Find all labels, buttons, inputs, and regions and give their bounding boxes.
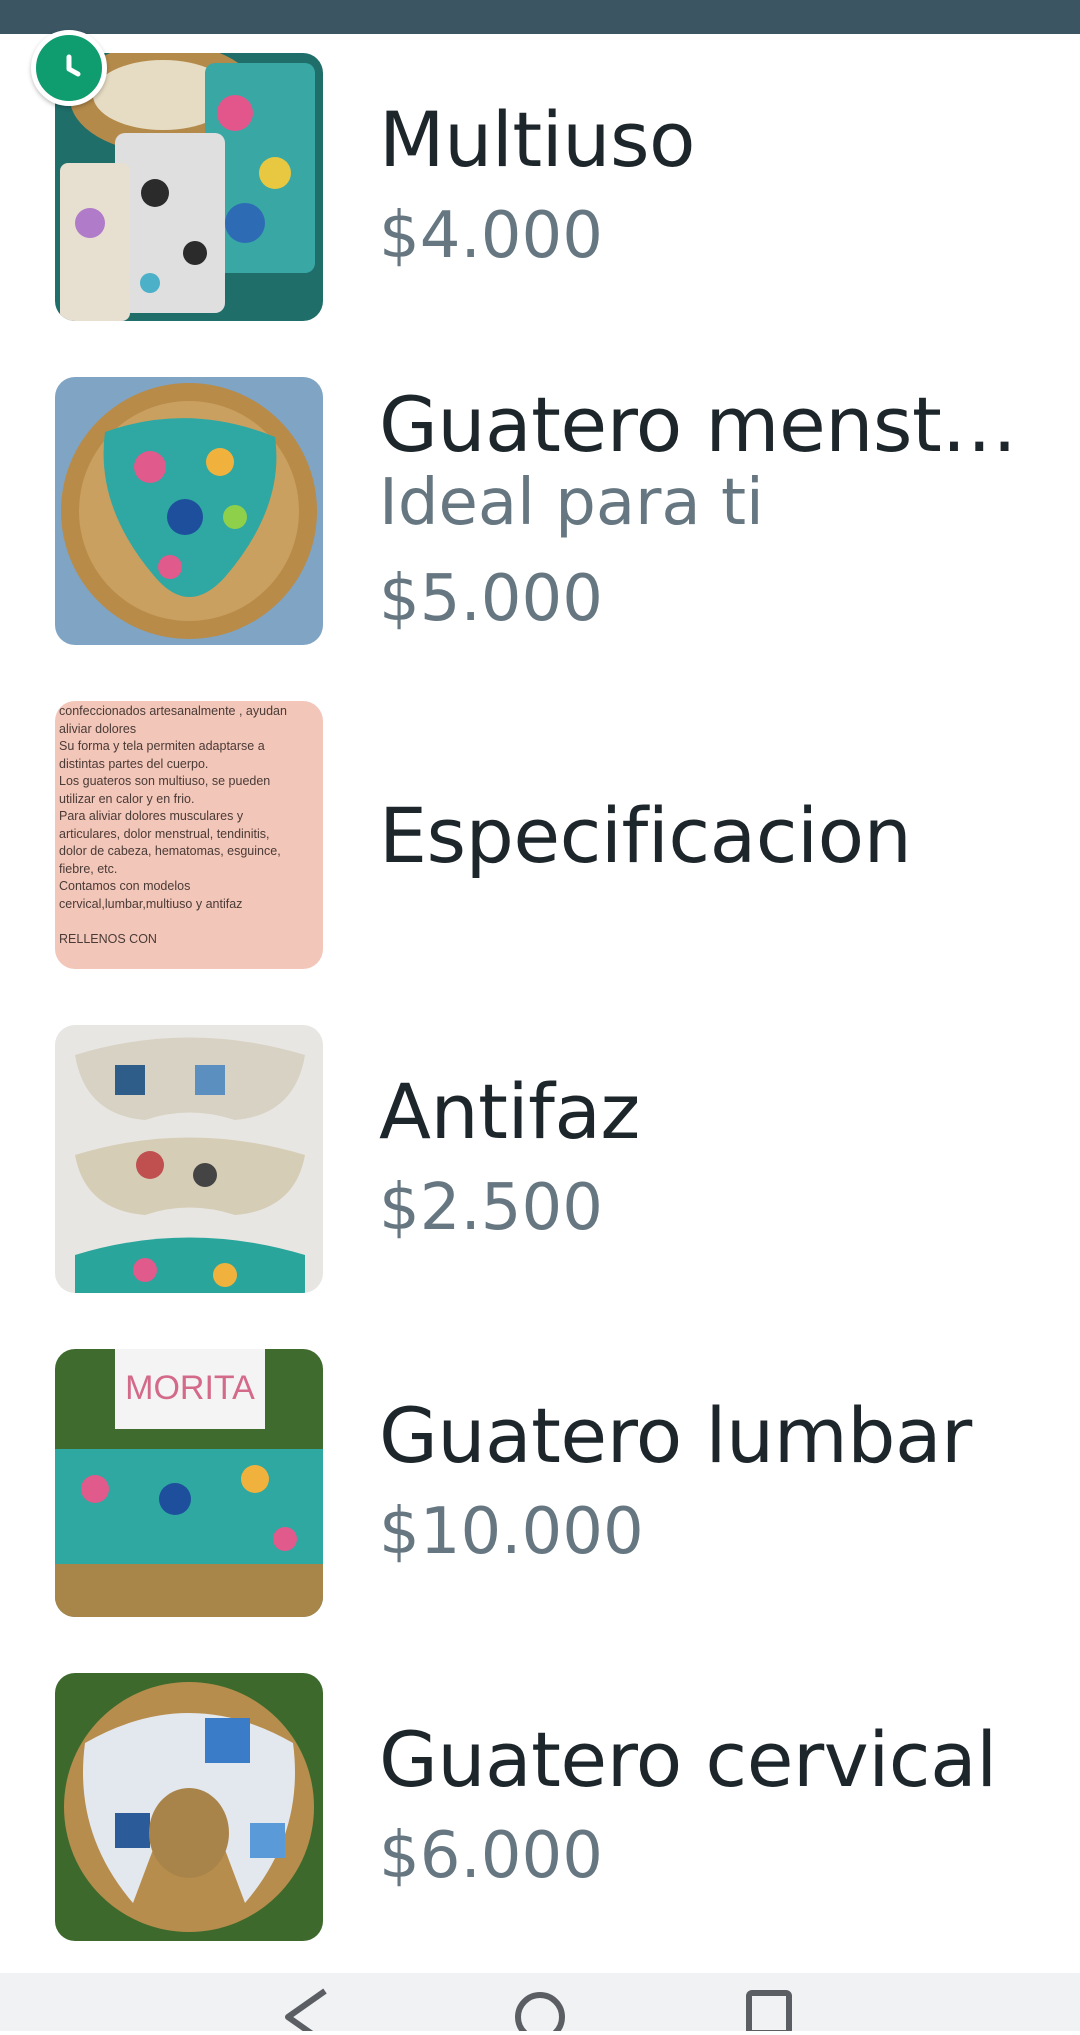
item-info: Multiuso $4.000: [379, 53, 1030, 323]
clock-icon[interactable]: [31, 30, 107, 106]
product-thumbnail[interactable]: [55, 377, 323, 645]
spec-image-text: confeccionados artesanalmente , ayudan a…: [59, 704, 287, 946]
item-info: Guatero lumbar $10.000: [379, 1349, 1030, 1619]
item-title: Guatero menstrual: [379, 380, 1030, 455]
item-info: Antifaz $2.500: [379, 1025, 1030, 1295]
item-info: Guatero cervical $6.000: [379, 1673, 1030, 1943]
product-thumbnail[interactable]: [55, 1673, 323, 1941]
item-price: $5.000: [379, 562, 603, 636]
product-thumbnail[interactable]: MORITA: [55, 1349, 323, 1617]
navigation-bar: [0, 1973, 1080, 2035]
product-thumbnail[interactable]: [55, 1025, 323, 1293]
product-thumbnail[interactable]: confeccionados artesanalmente , ayudan a…: [55, 701, 323, 969]
item-title: Antifaz: [379, 1067, 640, 1156]
recents-square-icon[interactable]: [744, 1987, 798, 2035]
item-price: $2.500: [379, 1171, 603, 1245]
catalog-item-antifaz[interactable]: Antifaz $2.500: [0, 1025, 1080, 1295]
item-title: Guatero cervical: [379, 1715, 997, 1804]
back-triangle-icon[interactable]: [280, 1987, 334, 2035]
item-price: $10.000: [379, 1495, 644, 1569]
item-title: Multiuso: [379, 95, 696, 184]
catalog-item-guatero-cervical[interactable]: Guatero cervical $6.000: [0, 1673, 1080, 1943]
item-price: $6.000: [379, 1819, 603, 1893]
item-info: Especificacion: [379, 701, 1030, 971]
home-circle-icon[interactable]: [513, 1987, 567, 2035]
item-info: Guatero menstrual Ideal para ti $5.000: [379, 377, 1030, 647]
item-title: Guatero lumbar: [379, 1391, 972, 1480]
item-description: Ideal para ti: [379, 466, 764, 540]
status-bar: [0, 0, 1080, 34]
item-price: $4.000: [379, 199, 603, 273]
item-title: Especificacion: [379, 791, 912, 880]
catalog-item-especificacion[interactable]: confeccionados artesanalmente , ayudan a…: [0, 701, 1080, 971]
lumbar-sign-text: MORITA: [125, 1369, 255, 1407]
catalog-item-guatero-menstrual[interactable]: Guatero menstrual Ideal para ti $5.000: [0, 377, 1080, 647]
catalog-item-guatero-lumbar[interactable]: MORITA Guatero lumbar $10.000: [0, 1349, 1080, 1619]
catalog-item-multiuso[interactable]: Multiuso $4.000: [0, 53, 1080, 323]
